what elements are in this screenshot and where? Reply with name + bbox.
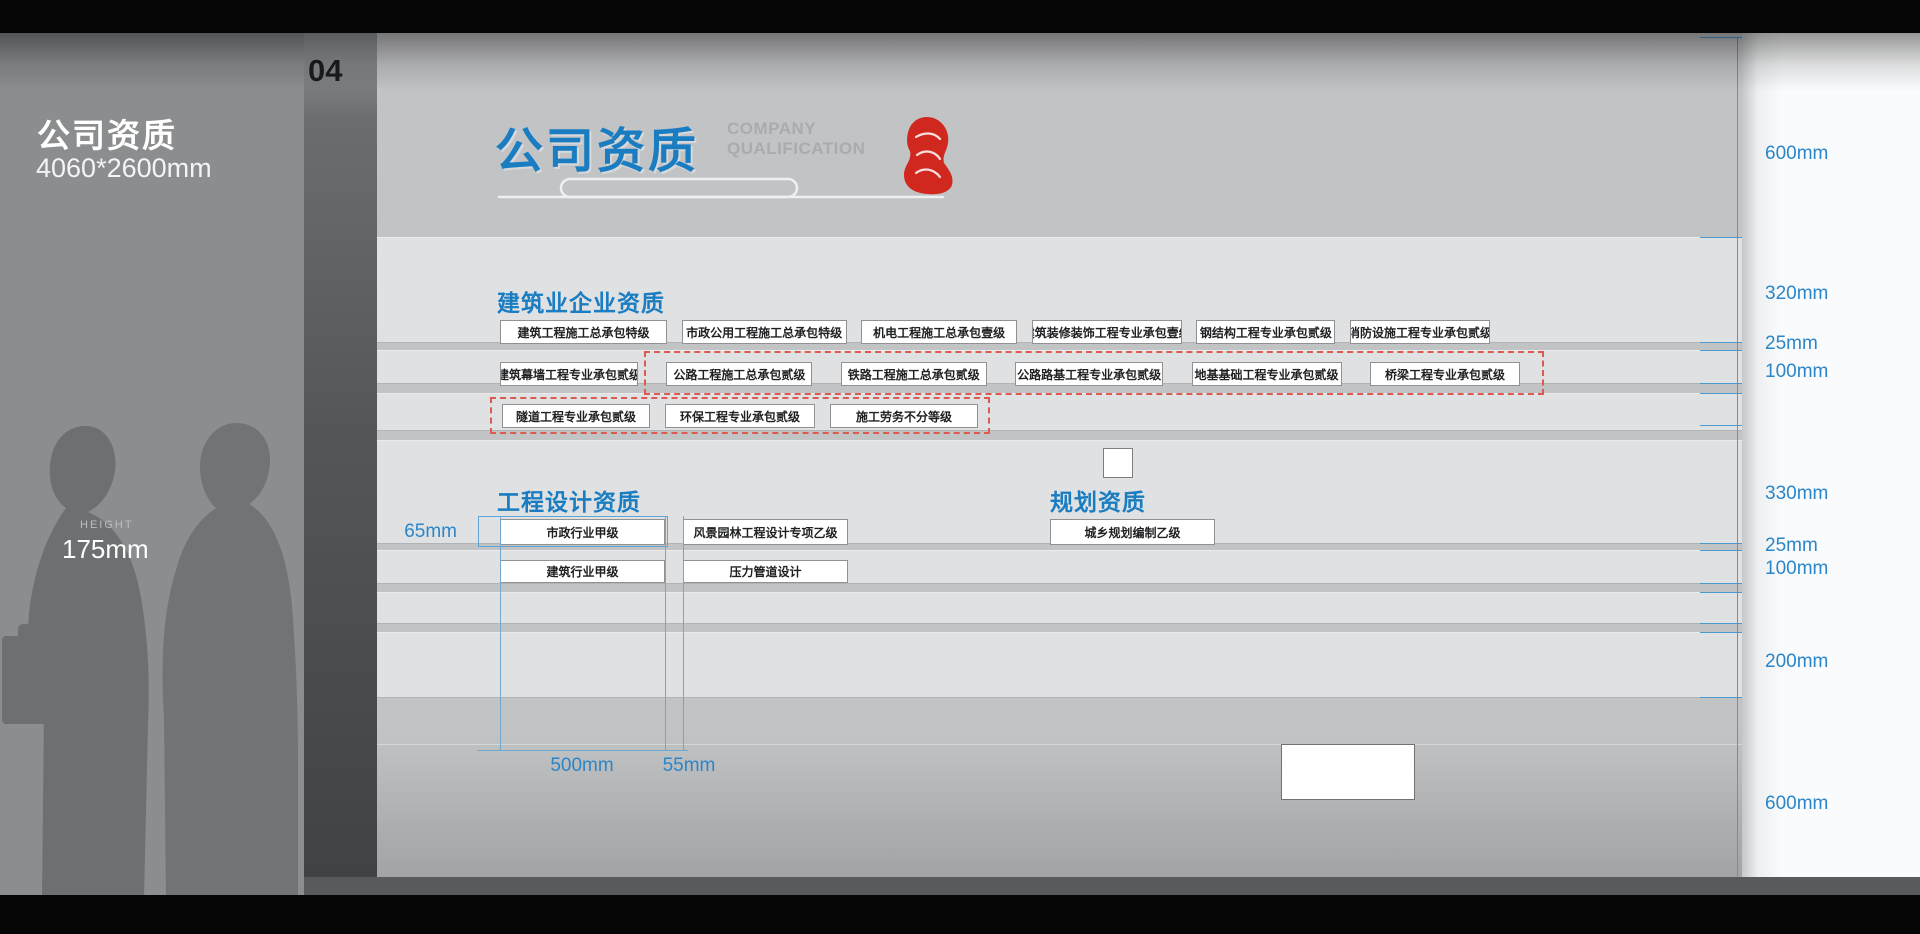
qualification-box: 建筑装修装饰工程专业承包壹级 (1032, 320, 1182, 344)
construction-row-2: 建筑幕墙工程专业承包贰级 公路工程施工总承包贰级 铁路工程施工总承包贰级 公路路… (500, 362, 1520, 386)
qualification-box: 地基基础工程专业承包贰级 (1192, 362, 1342, 386)
guide-line-horizontal (478, 750, 688, 751)
section-title-construction: 建筑业企业资质 (497, 284, 665, 318)
dimension-label-right-6: 100mm (1765, 558, 1828, 580)
floor-dark-strip (304, 877, 1920, 895)
guide-line-vertical-3 (683, 516, 684, 751)
dimension-label-right-2: 25mm (1765, 333, 1818, 355)
left-info-panel: 公司资质 4060*2600mm HEIGHT 175mm (0, 33, 304, 895)
floor-edge-line (377, 744, 1742, 745)
panel-title: 公司资质 (37, 109, 177, 157)
qualification-box: 机电工程施工总承包壹级 (861, 320, 1017, 344)
wall-return-strip: 04 (304, 33, 377, 877)
dimension-label-500mm: 500mm (527, 755, 637, 777)
dimension-label-right-8: 600mm (1765, 793, 1828, 815)
section-title-design: 工程设计资质 (497, 483, 641, 517)
qualification-box: 公路工程施工总承包贰级 (666, 362, 812, 386)
construction-row-3: 隧道工程专业承包贰级 环保工程专业承包贰级 施工劳务不分等级 (502, 404, 978, 428)
qualification-box: 公路路基工程专业承包贰级 (1015, 362, 1163, 386)
qualification-wall: 公司资质 COMPANY QUALIFICATION 建筑业企业资质 建筑工程施… (377, 33, 1742, 877)
qualification-box: 消防设施工程专业承包贰级 (1350, 320, 1490, 344)
design-sheet: 公司资质 4060*2600mm HEIGHT 175mm 04 (0, 0, 1920, 934)
ruler-tick (1700, 632, 1742, 633)
qualification-box: 铁路工程施工总承包贰级 (841, 362, 987, 386)
dimension-ruler: 600mm 320mm 25mm 100mm 330mm 25mm 100mm … (1690, 33, 1920, 877)
qualification-box: 建筑幕墙工程专业承包贰级 (500, 362, 638, 386)
ruler-tick (1700, 383, 1742, 384)
ruler-tick (1700, 237, 1742, 238)
ruler-tick (1700, 393, 1742, 394)
qualification-box: 桥梁工程专业承包贰级 (1370, 362, 1520, 386)
ruler-tick (1700, 425, 1742, 426)
wall-title-zh: 公司资质 (495, 111, 699, 181)
wall-band-200mm (377, 632, 1742, 697)
ruler-tick (1700, 342, 1742, 343)
people-silhouette-graphic (0, 378, 304, 895)
qualification-box: 城乡规划编制乙级 (1050, 519, 1215, 545)
wall-title-en: COMPANY QUALIFICATION (727, 119, 865, 159)
section-title-planning: 规划资质 (1050, 483, 1146, 517)
ruler-tick (1700, 583, 1742, 584)
qualification-box: 隧道工程专业承包贰级 (502, 404, 650, 428)
qualification-box: 钢结构工程专业承包贰级 (1196, 320, 1335, 344)
guide-line-vertical-2 (665, 516, 666, 751)
ruler-vertical-line (1737, 37, 1738, 877)
height-value: 175mm (62, 534, 149, 565)
construction-row-1: 建筑工程施工总承包特级 市政公用工程施工总承包特级 机电工程施工总承包壹级 建筑… (500, 320, 1490, 344)
dimension-label-right-1: 320mm (1765, 283, 1828, 305)
dimension-label-55mm: 55mm (659, 755, 719, 777)
ruler-tick (1700, 623, 1742, 624)
ruler-tick (1700, 543, 1742, 544)
ruler-tick (1700, 592, 1742, 593)
dimension-label-right-3: 100mm (1765, 361, 1828, 383)
qualification-box: 建筑工程施工总承包特级 (500, 320, 667, 344)
seal-stamp-icon (900, 115, 955, 195)
qualification-box: 压力管道设计 (683, 560, 848, 583)
qualification-box: 施工劳务不分等级 (830, 404, 978, 428)
qualification-box: 建筑行业甲级 (500, 560, 665, 583)
dimension-label-65mm: 65mm (387, 521, 457, 543)
wall-title-en-line1: COMPANY (727, 119, 865, 139)
qualification-box: 环保工程专业承包贰级 (665, 404, 815, 428)
wall-title-en-line2: QUALIFICATION (727, 139, 865, 159)
dimension-label-right-4: 330mm (1765, 483, 1828, 505)
guide-line-vertical-1 (500, 516, 501, 751)
dimension-label-right-0: 600mm (1765, 143, 1828, 165)
dimension-label-right-5: 25mm (1765, 535, 1818, 557)
wall-band-extra (377, 592, 1742, 623)
qualification-box: 风景园林工程设计专项乙级 (683, 519, 848, 545)
top-black-bar (0, 0, 1920, 33)
ruler-tick (1700, 697, 1742, 698)
height-label: HEIGHT (80, 519, 134, 531)
blue-measure-rect (478, 516, 668, 547)
material-swatch-rect (1281, 744, 1415, 800)
qualification-box: 市政公用工程施工总承包特级 (682, 320, 847, 344)
decorative-line (495, 173, 955, 203)
dimension-label-right-7: 200mm (1765, 651, 1828, 673)
ruler-tick (1700, 37, 1742, 38)
material-swatch-square (1103, 448, 1133, 478)
page-number: 04 (308, 53, 342, 89)
bottom-black-bar (0, 895, 1920, 934)
ruler-tick (1700, 550, 1742, 551)
panel-size-label: 4060*2600mm (36, 153, 212, 184)
ruler-tick (1700, 350, 1742, 351)
